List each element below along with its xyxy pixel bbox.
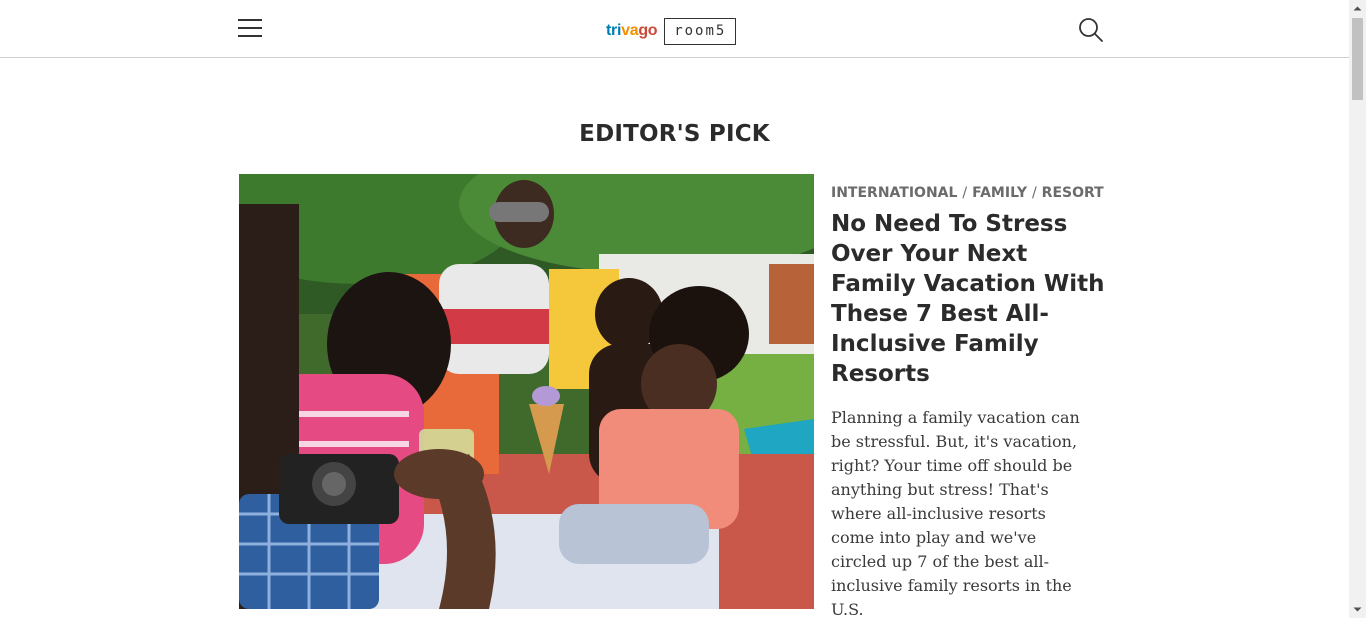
site-logo[interactable]: trivago room5 [606,16,737,46]
scroll-up-arrow-icon[interactable] [1349,0,1366,17]
tag-resort[interactable]: RESORT [1042,185,1104,201]
article-tags: INTERNATIONAL / FAMILY / RESORT [831,185,1104,201]
tag-international[interactable]: INTERNATIONAL [831,185,957,201]
page: trivago room5 EDITOR'S PICK INTERNATIONA… [0,0,1349,619]
search-icon[interactable] [1078,17,1104,43]
vertical-scrollbar[interactable] [1349,0,1366,618]
article-excerpt: Planning a family vacation can be stress… [831,408,1080,619]
tag-family[interactable]: FAMILY [972,185,1027,201]
tag-separator: / [962,185,968,201]
article-headline[interactable]: No Need To Stress Over Your Next Family … [831,209,1106,389]
hamburger-menu-icon[interactable] [238,18,262,38]
tag-separator: / [1031,185,1037,201]
section-title: EDITOR'S PICK [579,121,770,148]
scroll-thumb[interactable] [1352,18,1363,100]
scroll-down-arrow-icon[interactable] [1349,601,1366,618]
site-header: trivago room5 [0,0,1349,58]
trivago-logo: trivago [606,22,658,39]
featured-article-image[interactable] [239,174,814,609]
room5-logo: room5 [664,17,737,45]
